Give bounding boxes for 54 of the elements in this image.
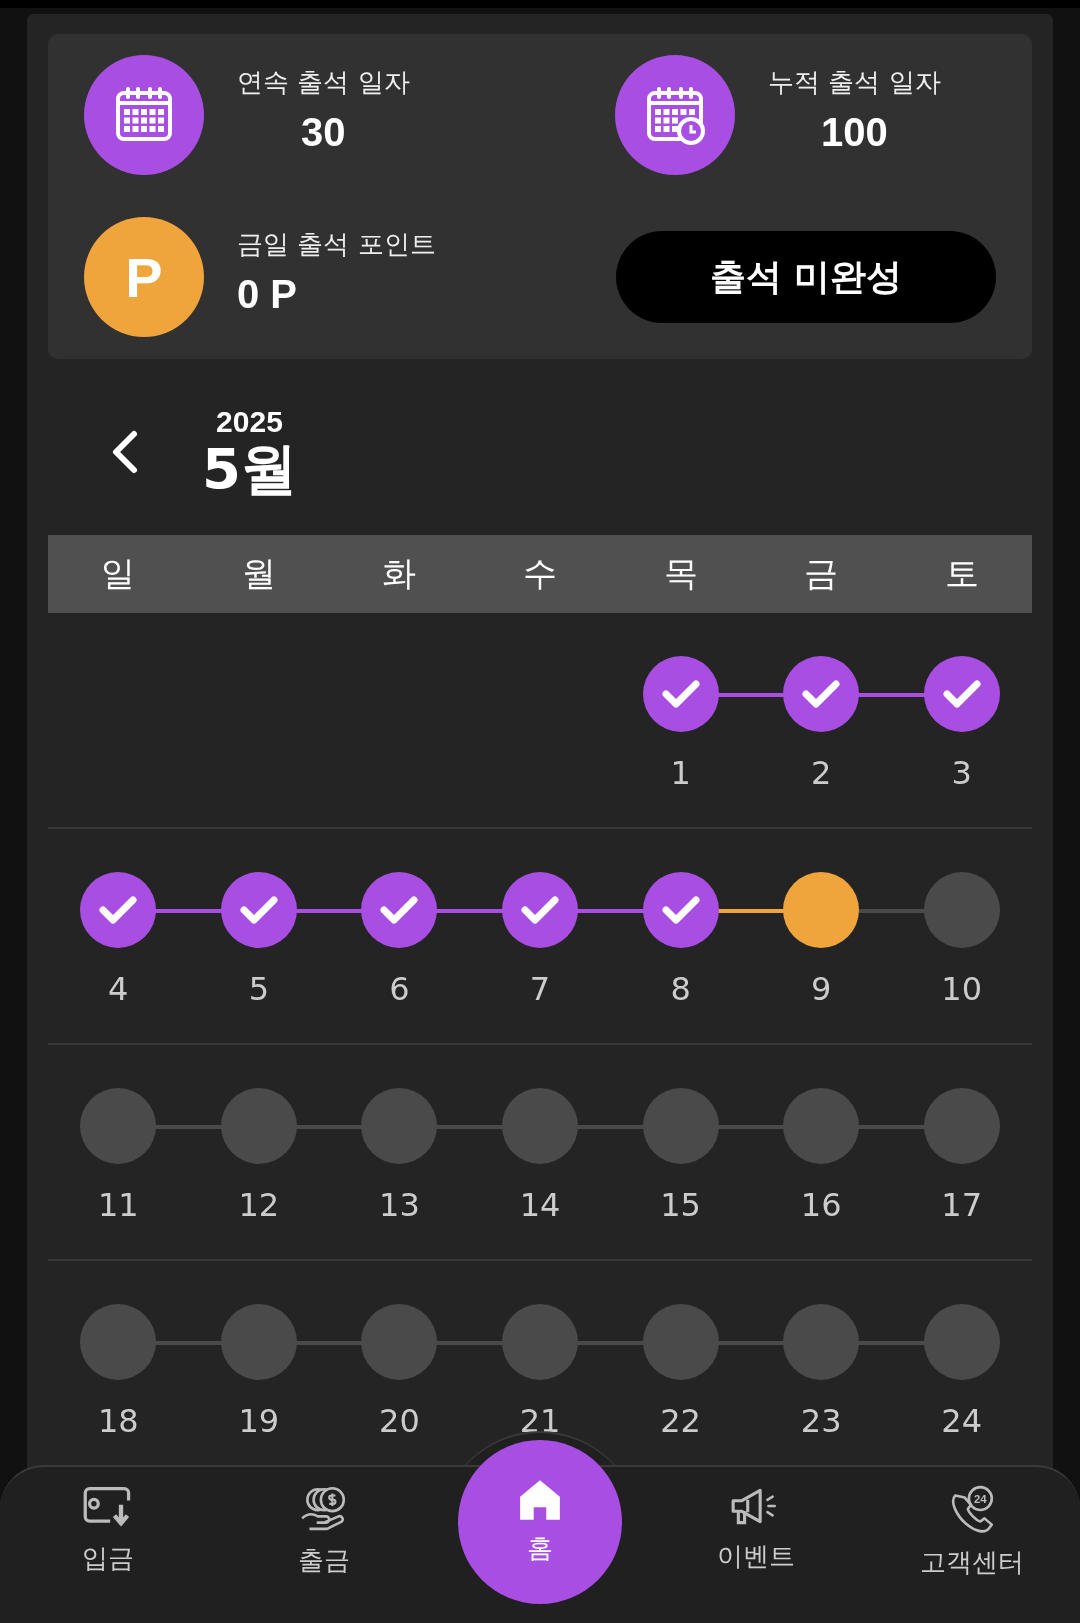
day-number: 14 xyxy=(519,1186,561,1224)
day-number: 12 xyxy=(238,1186,280,1224)
day-number: 10 xyxy=(941,970,983,1008)
check-icon xyxy=(802,679,841,709)
day-number: 2 xyxy=(810,754,832,792)
day-number: 16 xyxy=(800,1186,842,1224)
day-number: 17 xyxy=(941,1186,983,1224)
nav-item[interactable]: 이벤트 xyxy=(711,1465,801,1623)
weekday-label: 목 xyxy=(662,552,699,595)
nav-item[interactable]: 24 고객센터 xyxy=(914,1465,1030,1623)
stat-label: 금일 출석 포인트 xyxy=(237,228,436,261)
stat-value: 100 xyxy=(819,110,889,155)
day-number: 9 xyxy=(810,970,832,1008)
weekday-label: 일 xyxy=(100,552,137,595)
nav-item[interactable]: 출금 xyxy=(292,1465,356,1623)
day-number: 20 xyxy=(379,1402,420,1440)
weekday-label: 화 xyxy=(381,552,418,595)
day-number: 1 xyxy=(670,754,691,792)
day-number: 8 xyxy=(670,970,691,1008)
year-label: 2025 xyxy=(216,405,283,439)
day-number: 22 xyxy=(660,1402,701,1440)
day-number: 7 xyxy=(529,970,551,1008)
day-number: 18 xyxy=(97,1402,139,1440)
weekday-label: 월 xyxy=(240,552,277,595)
check-icon xyxy=(661,895,700,925)
check-icon xyxy=(661,679,700,709)
weekday-label: 토 xyxy=(943,552,980,595)
stat-label: 연속 출석 일자 xyxy=(237,66,410,99)
check-icon xyxy=(521,895,559,925)
day-number: 24 xyxy=(941,1402,983,1440)
stat-value: 30 xyxy=(300,110,347,155)
day-number: 15 xyxy=(660,1186,701,1224)
check-icon xyxy=(380,895,419,925)
day-number: 6 xyxy=(389,970,410,1008)
points-badge: P xyxy=(84,217,204,337)
check-icon xyxy=(942,679,981,709)
nav-item[interactable]: 입금 xyxy=(76,1465,140,1623)
weekday-label: 수 xyxy=(522,552,558,595)
day-number: 11 xyxy=(97,1186,139,1224)
weekday-label: 금 xyxy=(803,552,840,595)
attendance-button[interactable]: 출석 미완성 xyxy=(616,231,996,323)
day-number: 23 xyxy=(800,1402,842,1440)
day-number: 13 xyxy=(379,1186,420,1224)
day-number: 21 xyxy=(519,1402,561,1440)
month-label: 5월 xyxy=(202,439,297,499)
day-number: 19 xyxy=(238,1402,280,1440)
stat-value: 0 P xyxy=(237,272,299,317)
day-number: 5 xyxy=(248,970,270,1008)
check-icon xyxy=(99,895,138,925)
wallet-arrow-icon xyxy=(82,1485,134,1529)
check-icon xyxy=(239,895,278,925)
day-number: 3 xyxy=(951,754,972,792)
stat-label: 누적 출석 일자 xyxy=(768,66,941,99)
day-number: 4 xyxy=(108,970,129,1008)
